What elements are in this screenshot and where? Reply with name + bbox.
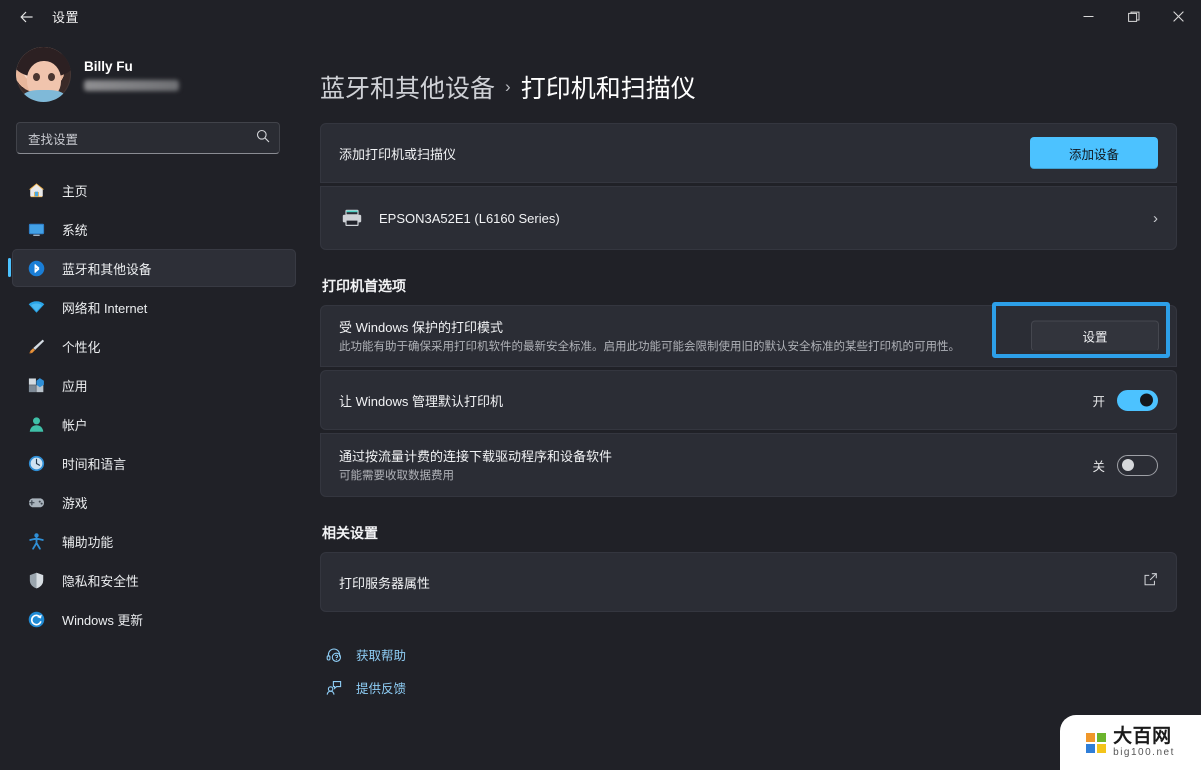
printer-preferences-heading: 打印机首选项: [322, 278, 406, 294]
protected-print-title: 受 Windows 保护的打印模式: [339, 319, 503, 335]
profile-email-blurred: [84, 79, 179, 91]
watermark-cn: 大百网: [1113, 726, 1172, 747]
sidebar: Billy Fu 查找设置 主页 系统 蓝牙和其他设备 网络和 Internet…: [0, 33, 312, 770]
breadcrumb: 蓝牙和其他设备 › 打印机和扫描仪: [320, 33, 1177, 123]
get-help-label: 获取帮助: [356, 649, 407, 663]
sidebar-item-label: 时间和语言: [62, 456, 126, 472]
sidebar-item-label: 帐户: [62, 417, 88, 433]
give-feedback-label: 提供反馈: [356, 682, 407, 696]
breadcrumb-separator: ›: [505, 77, 511, 96]
metered-download-card: 通过按流量计费的连接下载驱动程序和设备软件 可能需要收取数据费用 关: [320, 433, 1177, 497]
clock-icon: [24, 452, 48, 474]
sidebar-item-label: 系统: [62, 222, 88, 238]
sidebar-item-label: 辅助功能: [62, 534, 114, 550]
sidebar-item-network-and-internet[interactable]: 网络和 Internet: [12, 288, 296, 326]
footer-links: 获取帮助 提供反馈: [320, 638, 1177, 704]
update-icon: [24, 608, 48, 630]
sidebar-item-label: 隐私和安全性: [62, 573, 139, 589]
wifi-icon: [24, 296, 48, 318]
sidebar-item-label: 主页: [62, 183, 88, 199]
external-link-icon: [1143, 572, 1158, 592]
search-input[interactable]: 查找设置: [16, 122, 280, 154]
sidebar-item-label: 网络和 Internet: [62, 300, 148, 316]
search-icon: [256, 129, 270, 148]
printer-row[interactable]: EPSON3A52E1 (L6160 Series) ›: [320, 186, 1177, 250]
sidebar-item-privacy-and-security[interactable]: 隐私和安全性: [12, 561, 296, 599]
manage-default-printer-state: 开: [1092, 394, 1105, 409]
manage-default-printer-title: 让 Windows 管理默认打印机: [339, 393, 503, 409]
protected-print-settings-button[interactable]: 设置: [1031, 320, 1159, 352]
home-icon: [24, 179, 48, 201]
sidebar-item-home[interactable]: 主页: [12, 171, 296, 209]
printer-name: EPSON3A52E1 (L6160 Series): [379, 210, 560, 226]
add-printer-card: 添加打印机或扫描仪 添加设备: [320, 123, 1177, 183]
sidebar-item-accounts[interactable]: 帐户: [12, 405, 296, 443]
add-printer-label: 添加打印机或扫描仪: [339, 146, 457, 162]
feedback-icon: [322, 680, 346, 696]
print-server-label: 打印服务器属性: [339, 575, 431, 591]
sidebar-item-label: 蓝牙和其他设备: [62, 261, 152, 277]
account-icon: [24, 413, 48, 435]
maximize-button[interactable]: [1111, 0, 1156, 33]
minimize-icon: [1083, 16, 1094, 17]
metered-download-state: 关: [1092, 459, 1105, 474]
minimize-button[interactable]: [1066, 0, 1111, 33]
accessibility-icon: [24, 530, 48, 552]
sidebar-item-bluetooth-and-devices[interactable]: 蓝牙和其他设备: [8, 249, 296, 287]
metered-download-description: 可能需要收取数据费用: [339, 469, 454, 482]
apps-icon: [24, 374, 48, 396]
sidebar-item-time-and-language[interactable]: 时间和语言: [12, 444, 296, 482]
avatar: [16, 47, 71, 102]
metered-download-title: 通过按流量计费的连接下载驱动程序和设备软件: [339, 448, 613, 464]
window-controls: [1066, 0, 1201, 33]
brush-icon: [24, 335, 48, 357]
sidebar-item-gaming[interactable]: 游戏: [12, 483, 296, 521]
main-content: 蓝牙和其他设备 › 打印机和扫描仪 添加打印机或扫描仪 添加设备 EPSON3A…: [312, 33, 1201, 770]
related-settings-heading: 相关设置: [322, 525, 378, 541]
close-button[interactable]: [1156, 0, 1201, 33]
sidebar-nav: 主页 系统 蓝牙和其他设备 网络和 Internet 个性化 应用 帐户 时间和…: [0, 170, 296, 639]
watermark: 大百网 big100.net: [1060, 715, 1201, 770]
bluetooth-icon: [24, 257, 48, 279]
sidebar-item-label: Windows 更新: [62, 612, 144, 628]
arrow-left-icon: [20, 11, 33, 22]
print-server-card[interactable]: 打印服务器属性: [320, 552, 1177, 612]
search-placeholder: 查找设置: [28, 132, 79, 147]
watermark-en: big100.net: [1113, 747, 1175, 758]
window-title: 设置: [52, 10, 80, 25]
get-help-link[interactable]: 获取帮助: [322, 638, 1177, 671]
close-icon: [1173, 11, 1184, 22]
protected-print-description: 此功能有助于确保采用打印机软件的最新安全标准。启用此功能可能会限制使用旧的默认安…: [339, 340, 960, 353]
sidebar-item-system[interactable]: 系统: [12, 210, 296, 248]
maximize-icon: [1127, 11, 1139, 22]
sidebar-item-label: 应用: [62, 378, 88, 394]
title-bar: 设置: [0, 0, 1201, 33]
manage-default-printer-card: 让 Windows 管理默认打印机 开: [320, 370, 1177, 430]
breadcrumb-parent[interactable]: 蓝牙和其他设备: [320, 69, 495, 105]
profile-name: Billy Fu: [84, 58, 133, 74]
sidebar-item-windows-update[interactable]: Windows 更新: [12, 600, 296, 638]
sidebar-item-accessibility[interactable]: 辅助功能: [12, 522, 296, 560]
protected-print-card: 受 Windows 保护的打印模式 此功能有助于确保采用打印机软件的最新安全标准…: [320, 305, 1177, 367]
printer-icon: [339, 208, 365, 228]
shield-icon: [24, 569, 48, 591]
manage-default-printer-toggle[interactable]: [1117, 389, 1158, 411]
add-device-button[interactable]: 添加设备: [1030, 137, 1158, 169]
sidebar-item-label: 游戏: [62, 495, 88, 511]
back-button[interactable]: [8, 3, 46, 31]
sidebar-item-apps[interactable]: 应用: [12, 366, 296, 404]
chevron-right-icon: ›: [1153, 209, 1158, 227]
user-profile[interactable]: Billy Fu: [0, 33, 296, 116]
metered-download-toggle[interactable]: [1117, 454, 1158, 476]
gamepad-icon: [24, 491, 48, 513]
settings-window: 设置 Billy Fu 查找设置 主页 系统 蓝牙和其他设备 网络和 Inter…: [0, 0, 1201, 770]
give-feedback-link[interactable]: 提供反馈: [322, 671, 1177, 704]
system-icon: [24, 218, 48, 240]
watermark-logo-icon: [1086, 732, 1107, 753]
sidebar-item-label: 个性化: [62, 339, 101, 355]
page-title: 打印机和扫描仪: [520, 75, 696, 103]
help-icon: [322, 647, 346, 663]
sidebar-item-personalization[interactable]: 个性化: [12, 327, 296, 365]
